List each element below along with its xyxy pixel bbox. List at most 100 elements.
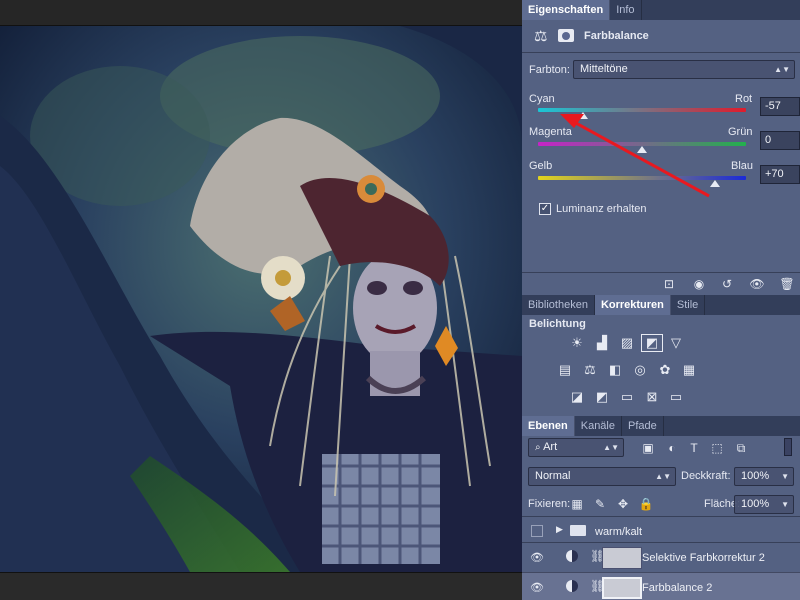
tab-ebenen[interactable]: Ebenen [522, 416, 575, 436]
document-status-bar [0, 572, 522, 600]
invert-icon[interactable]: ◪ [567, 389, 587, 405]
color-balance-icon[interactable]: ⚖ [580, 362, 600, 378]
mask-circle [562, 32, 570, 40]
layer-filter-dropdown[interactable]: ⌕ Art ▲▼ [528, 438, 624, 457]
filter-pixel-icon[interactable]: ▣ [639, 440, 657, 456]
cyan-red-slider-thumb[interactable] [577, 112, 588, 119]
clip-to-layer-icon[interactable]: ⊡ [660, 276, 678, 292]
tab-eigenschaften[interactable]: Eigenschaften [522, 0, 611, 20]
right-panel-dock: Eigenschaften Info ⚖ Farbbalance Farbton… [522, 0, 800, 600]
fill-field[interactable]: 100% ▼ [734, 495, 794, 514]
tab-pfade[interactable]: Pfade [622, 416, 664, 436]
magenta-green-slider-thumb[interactable] [637, 146, 647, 153]
adjustments-tab-bar: Bibliotheken Korrekturen Stile [522, 295, 800, 315]
slider-yellow-label: Gelb [529, 160, 553, 172]
filter-smart-object-icon[interactable]: ⧉ [732, 440, 750, 456]
chevron-down-icon: ▼ [781, 472, 789, 481]
slider-magenta-label: Magenta [529, 126, 572, 138]
folder-icon [570, 525, 586, 536]
blend-mode-value: Normal [535, 470, 571, 482]
layers-tab-bar: Ebenen Kanäle Pfade [522, 416, 800, 436]
chevron-updown-icon: ▲▼ [603, 443, 619, 452]
layer-row-color-balance-selected[interactable]: 👁 ⛓ Farbbalance 2 [522, 572, 800, 600]
document-top-bar [0, 0, 522, 26]
lock-label: Fixieren: [528, 498, 571, 510]
luminance-label: Luminanz erhalten [556, 203, 647, 215]
magenta-green-value-field[interactable]: 0 [760, 131, 800, 150]
color-lookup-icon[interactable]: ▦ [679, 362, 699, 378]
tab-korrekturen[interactable]: Korrekturen [594, 295, 671, 315]
canvas-photo[interactable] [0, 26, 522, 572]
tab-kanaele[interactable]: Kanäle [575, 416, 622, 436]
tab-bibliotheken[interactable]: Bibliotheken [522, 295, 595, 315]
tone-value: Mitteltöne [580, 63, 628, 75]
slider-red-label: Rot [735, 93, 753, 105]
lock-all-icon[interactable]: 🔒 [637, 496, 655, 512]
adjustment-layer-icon [566, 550, 578, 562]
cyan-red-value-field[interactable]: -57 [760, 97, 800, 116]
opacity-label: Deckkraft: [681, 470, 731, 482]
opacity-value: 100% [741, 470, 770, 482]
layer-name: Selektive Farbkorrektur 2 [642, 552, 765, 564]
properties-toolbar: ⊡ ◉ ↺ 👁 🗑 [522, 272, 800, 294]
filter-toggle-switch[interactable] [784, 438, 792, 456]
lock-position-icon[interactable]: ✥ [614, 496, 632, 512]
search-icon: ⌕ [535, 442, 541, 453]
filter-type-icon[interactable]: T [685, 440, 703, 456]
visibility-toggle-empty[interactable] [531, 525, 543, 537]
layer-name: Farbbalance 2 [642, 582, 713, 594]
lock-transparency-icon[interactable]: ▦ [568, 496, 586, 512]
panel-title: Farbbalance [584, 30, 649, 42]
view-previous-icon[interactable]: ◉ [690, 276, 708, 292]
properties-tab-bar: Eigenschaften Info [522, 0, 800, 20]
trash-icon[interactable]: 🗑 [778, 276, 796, 292]
selective-color-icon[interactable]: ⊠ [642, 389, 662, 405]
chevron-down-icon: ▼ [781, 500, 789, 509]
divider [522, 52, 800, 53]
slider-cyan-label: Cyan [529, 93, 555, 105]
scale-balance-icon: ⚖ [534, 28, 548, 45]
eye-icon[interactable]: 👁 [530, 581, 544, 595]
reset-icon[interactable]: ↺ [718, 276, 736, 292]
tone-dropdown[interactable]: Mitteltöne ▲▼ [573, 60, 795, 79]
levels-icon[interactable]: ▟ [592, 335, 612, 351]
layer-row-selective-color[interactable]: 👁 ⛓ Selektive Farbkorrektur 2 [522, 542, 800, 572]
slider-blue-label: Blau [731, 160, 754, 172]
adjustments-section-label: Belichtung [529, 318, 586, 330]
tone-label: Farbton: [529, 64, 570, 76]
tab-info[interactable]: Info [610, 0, 642, 20]
exposure-icon[interactable]: ◩ [641, 334, 663, 352]
layer-name: warm/kalt [595, 526, 643, 538]
fill-value: 100% [741, 498, 770, 510]
layer-mask-thumbnail[interactable] [602, 547, 642, 569]
posterize-icon[interactable]: ◩ [592, 389, 612, 405]
photo-filter-icon[interactable]: ◎ [630, 362, 650, 378]
black-white-icon[interactable]: ◧ [605, 362, 625, 378]
filter-adjustment-icon[interactable]: ◐ [663, 440, 681, 456]
vibrance-icon[interactable]: ▽ [666, 335, 686, 351]
chevron-right-icon[interactable]: ▶ [556, 524, 563, 535]
channel-mixer-icon[interactable]: ✿ [655, 362, 675, 378]
visibility-eye-icon[interactable]: 👁 [748, 276, 766, 292]
cyan-red-slider-track[interactable] [538, 108, 746, 112]
eye-icon[interactable]: 👁 [530, 551, 544, 565]
blend-mode-dropdown[interactable]: Normal ▲▼ [528, 467, 676, 486]
gradient-map-icon[interactable]: ▭ [666, 389, 686, 405]
chevron-updown-icon: ▲▼ [655, 472, 671, 481]
adjustment-layer-icon [566, 580, 578, 592]
scarecrow-photo-image [0, 26, 522, 572]
opacity-field[interactable]: 100% ▼ [734, 467, 794, 486]
threshold-icon[interactable]: ▭ [617, 389, 637, 405]
lock-pixels-icon[interactable]: ✎ [591, 496, 609, 512]
brightness-icon[interactable]: ☀ [567, 335, 587, 351]
hue-saturation-icon[interactable]: ▤ [555, 362, 575, 378]
yellow-blue-value-field[interactable]: +70 [760, 165, 800, 184]
layer-filter-value: Art [543, 441, 558, 453]
yellow-blue-slider-thumb[interactable] [709, 180, 720, 187]
luminance-checkbox[interactable]: ✓ [539, 203, 551, 215]
curves-icon[interactable]: ▨ [617, 335, 637, 351]
tab-stile[interactable]: Stile [671, 295, 706, 315]
slider-green-label: Grün [728, 126, 753, 138]
layer-mask-thumbnail[interactable] [602, 577, 642, 599]
filter-shape-icon[interactable]: ⬚ [708, 440, 726, 456]
